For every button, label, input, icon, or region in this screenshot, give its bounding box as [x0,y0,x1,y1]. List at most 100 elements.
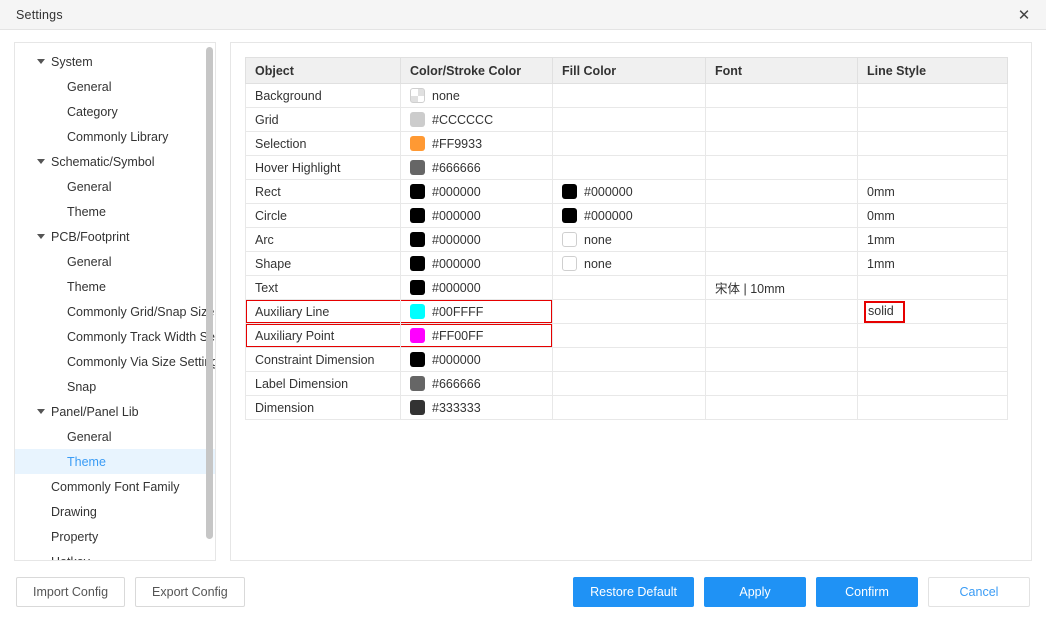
table-row[interactable]: Rect #000000 #000000 0mm [245,179,1008,204]
cell-stroke-color[interactable]: #FF00FF [400,323,553,348]
object-label: Selection [255,136,307,151]
cell-fill-color[interactable]: none [552,227,706,252]
color-swatch-icon[interactable] [410,184,425,199]
sidebar-scrollbar-thumb[interactable] [206,47,213,539]
cell-line-style[interactable]: 1mm [857,227,1008,252]
cell-object: Circle [245,203,401,228]
cell-line-style[interactable]: 1mm [857,251,1008,276]
cell-stroke-color[interactable]: #000000 [400,347,553,372]
empty-swatch-icon[interactable] [562,256,577,271]
sidebar-item-commonly-track-width-setti[interactable]: Commonly Track Width Setti [15,324,215,349]
color-swatch-icon[interactable] [410,208,425,223]
cell-stroke-color[interactable]: none [400,83,553,108]
table-row[interactable]: Circle #000000 #000000 0mm [245,203,1008,228]
table-row[interactable]: Label Dimension #666666 [245,371,1008,396]
table-row[interactable]: Arc #000000 none 1mm [245,227,1008,252]
color-swatch-icon[interactable] [410,232,425,247]
cell-stroke-color[interactable]: #666666 [400,155,553,180]
cell-line-style[interactable]: 0mm [857,203,1008,228]
sidebar-item-commonly-font-family[interactable]: Commonly Font Family [15,474,215,499]
sidebar-item-snap[interactable]: Snap [15,374,215,399]
cell-stroke-color[interactable]: #000000 [400,179,553,204]
sidebar-item-general[interactable]: General [15,424,215,449]
color-swatch-icon[interactable] [410,352,425,367]
color-swatch-icon[interactable] [410,160,425,175]
sidebar-item-system[interactable]: System [15,49,215,74]
cell-stroke-color[interactable]: #333333 [400,395,553,420]
sidebar-item-theme[interactable]: Theme [15,449,215,474]
sidebar-item-hotkey[interactable]: Hotkey [15,549,215,561]
sidebar-item-category[interactable]: Category [15,99,215,124]
sidebar-item-schematic-symbol[interactable]: Schematic/Symbol [15,149,215,174]
object-label: Arc [255,232,274,247]
font-value: 宋体 | 10mm [715,282,785,296]
cell-stroke-color[interactable]: #CCCCCC [400,107,553,132]
cancel-button[interactable]: Cancel [928,577,1030,607]
sidebar-item-commonly-via-size-setting[interactable]: Commonly Via Size Setting [15,349,215,374]
restore-default-button[interactable]: Restore Default [573,577,694,607]
table-row[interactable]: Auxiliary Point #FF00FF [245,323,1008,348]
cell-stroke-color[interactable]: #000000 [400,275,553,300]
color-swatch-icon[interactable] [562,208,577,223]
sidebar-item-general[interactable]: General [15,249,215,274]
table-row[interactable]: Shape #000000 none 1mm [245,251,1008,276]
chevron-down-icon[interactable] [37,234,45,239]
color-swatch-icon[interactable] [410,376,425,391]
color-swatch-icon[interactable] [410,400,425,415]
cell-stroke-color[interactable]: #666666 [400,371,553,396]
color-swatch-icon[interactable] [410,256,425,271]
sidebar-item-general[interactable]: General [15,174,215,199]
sidebar-item-property[interactable]: Property [15,524,215,549]
sidebar-item-label: Panel/Panel Lib [51,404,139,419]
cell-line-style[interactable]: 0mm [857,179,1008,204]
table-row[interactable]: Dimension #333333 [245,395,1008,420]
table-row[interactable]: Text #000000 宋体 | 10mm [245,275,1008,300]
chevron-down-icon[interactable] [37,159,45,164]
sidebar-scrollbar-track[interactable] [206,45,214,558]
cell-fill-color[interactable]: #000000 [552,179,706,204]
cell-line-style[interactable]: solid [857,299,1008,324]
color-swatch-icon[interactable] [410,112,425,127]
cell-stroke-color[interactable]: #FF9933 [400,131,553,156]
cell-fill-color[interactable]: #000000 [552,203,706,228]
table-row[interactable]: Grid #CCCCCC [245,107,1008,132]
color-swatch-icon[interactable] [410,280,425,295]
cell-font [705,395,858,420]
sidebar-item-drawing[interactable]: Drawing [15,499,215,524]
close-icon[interactable]: ✕ [1002,0,1046,30]
chevron-down-icon[interactable] [37,409,45,414]
import-config-button[interactable]: Import Config [16,577,126,607]
transparent-swatch-icon[interactable] [410,88,425,103]
cell-stroke-color[interactable]: #000000 [400,203,553,228]
sidebar-item-theme[interactable]: Theme [15,274,215,299]
cell-fill-color[interactable]: none [552,251,706,276]
sidebar-item-commonly-library[interactable]: Commonly Library [15,124,215,149]
cell-fill-color-value: none [584,232,612,247]
sidebar-item-theme[interactable]: Theme [15,199,215,224]
cell-stroke-color[interactable]: #000000 [400,227,553,252]
sidebar-item-commonly-grid-snap-size-s[interactable]: Commonly Grid/Snap Size S [15,299,215,324]
confirm-button[interactable]: Confirm [816,577,918,607]
color-swatch-icon[interactable] [410,328,425,343]
table-row[interactable]: Background none [245,83,1008,108]
export-config-button[interactable]: Export Config [135,577,245,607]
table-body: Background none Grid #CCCCCC Selection #FF993… [245,83,1008,420]
color-swatch-icon[interactable] [562,184,577,199]
color-swatch-icon[interactable] [410,304,425,319]
sidebar-item-pcb-footprint[interactable]: PCB/Footprint [15,224,215,249]
empty-swatch-icon[interactable] [562,232,577,247]
table-row[interactable]: Selection #FF9933 [245,131,1008,156]
apply-button[interactable]: Apply [704,577,806,607]
object-label: Label Dimension [255,376,349,391]
cell-stroke-color[interactable]: #00FFFF [400,299,553,324]
sidebar-item-panel-panel-lib[interactable]: Panel/Panel Lib [15,399,215,424]
table-row[interactable]: Constraint Dimension #000000 [245,347,1008,372]
chevron-down-icon[interactable] [37,59,45,64]
cell-stroke-color[interactable]: #000000 [400,251,553,276]
sidebar-item-general[interactable]: General [15,74,215,99]
color-swatch-icon[interactable] [410,136,425,151]
line-style-value: 1mm [867,256,895,271]
cell-font[interactable]: 宋体 | 10mm [705,275,858,300]
table-row[interactable]: Auxiliary Line #00FFFF solid [245,299,1008,324]
table-row[interactable]: Hover Highlight #666666 [245,155,1008,180]
